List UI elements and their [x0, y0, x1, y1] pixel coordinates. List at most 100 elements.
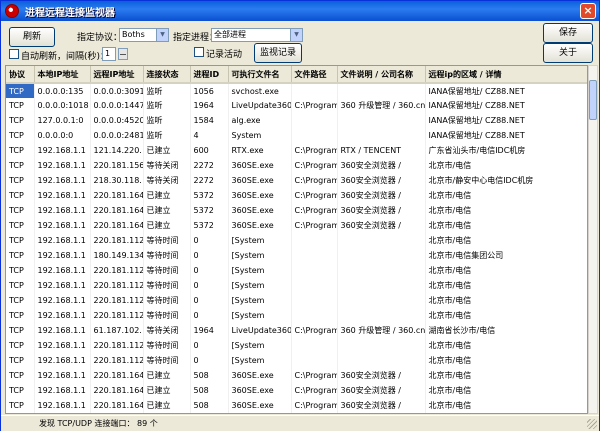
- table-cell: 0.0.0.0:0: [34, 128, 91, 143]
- table-cell: 北京市/电信: [425, 278, 587, 293]
- column-header[interactable]: 远程IP地址: [90, 66, 144, 84]
- table-row[interactable]: TCP 192.168.1.1 220.181.164 已建立 5372 360SE.ex…: [6, 188, 587, 203]
- table-row[interactable]: TCP 192.168.1.1 180.149.134 等待时间 0 [System 北京市…: [6, 248, 587, 263]
- refresh-button[interactable]: 刷新: [9, 27, 55, 47]
- table-cell: 北京市/电信: [425, 368, 587, 383]
- table-row[interactable]: TCP 0.0.0.0:135 0.0.0.0:3091 监听 1056 svchost.…: [6, 83, 587, 98]
- table-cell: [337, 308, 426, 323]
- table-row[interactable]: TCP 192.168.1.1 121.14.220. 已建立 600 RTX.exe C:…: [6, 143, 587, 158]
- table-cell: 北京市/电信: [425, 293, 587, 308]
- table-cell: 1584: [190, 113, 229, 128]
- auto-refresh-checkbox[interactable]: [9, 49, 19, 59]
- table-cell: C:\Program: [291, 173, 338, 188]
- table-row[interactable]: TCP 0.0.0.0:0 0.0.0.0:2481 监听 4 System IANA保留地…: [6, 128, 587, 143]
- status-text: 发现 TCP/UDP 连接端口： 89 个: [39, 419, 158, 428]
- column-header[interactable]: 进程ID: [190, 66, 229, 84]
- table-row[interactable]: TCP 192.168.1.1 220.181.164 已建立 508 360SE.exe…: [6, 383, 587, 398]
- table-cell: IANA保留地址/ CZ88.NET: [425, 128, 587, 143]
- chevron-down-icon: ▼: [156, 29, 168, 41]
- table-row[interactable]: TCP 192.168.1.1 220.181.112 等待时间 0 [System 北京市…: [6, 338, 587, 353]
- table-cell: 北京市/电信集团公司: [425, 248, 587, 263]
- table-cell: 220.181.112: [90, 308, 144, 323]
- table-row[interactable]: TCP 192.168.1.1 220.181.112 等待时间 0 [System 北京市…: [6, 233, 587, 248]
- table-row[interactable]: TCP 192.168.1.1 220.181.164 已建立 508 360SE.exe…: [6, 368, 587, 383]
- vertical-scrollbar[interactable]: [588, 65, 598, 414]
- table-cell: 北京市/电信: [425, 233, 587, 248]
- table-cell: 192.168.1.1: [34, 233, 91, 248]
- table-cell: [System: [228, 263, 292, 278]
- status-bar: 发现 TCP/UDP 连接端口： 89 个: [1, 415, 599, 431]
- column-header[interactable]: 本地IP地址: [34, 66, 91, 84]
- column-header[interactable]: 文件路径: [291, 66, 338, 84]
- table-cell: 360 升级管理 / 360.cn: [337, 323, 426, 338]
- table-cell: 61.187.102.: [90, 323, 144, 338]
- table-cell: TCP: [6, 233, 35, 248]
- table-cell: 0.0.0.0:1018: [34, 98, 91, 113]
- table-row[interactable]: TCP 192.168.1.1 220.181.112 等待时间 0 [System 北京市…: [6, 293, 587, 308]
- table-row[interactable]: TCP 192.168.1.1 220.181.112 等待时间 0 [System 北京市…: [6, 353, 587, 368]
- table-row[interactable]: TCP 192.168.1.1 220.181.164 已建立 5372 360SE.ex…: [6, 218, 587, 233]
- interval-input[interactable]: 1: [102, 47, 116, 61]
- table-cell: 508: [190, 398, 229, 413]
- table-row[interactable]: TCP 192.168.1.1 220.181.164 已建立 5372 360SE.ex…: [6, 203, 587, 218]
- table-row[interactable]: TCP 192.168.1.1 220.181.112 等待时间 0 [System 北京市…: [6, 263, 587, 278]
- title-bar[interactable]: 进程远程连接监视器 ×: [1, 1, 599, 21]
- resize-grip-icon[interactable]: [587, 419, 597, 429]
- table-cell: 0.0.0.0:135: [34, 83, 91, 98]
- table-row[interactable]: TCP 127.0.0.1:0 0.0.0.0:4520 监听 1584 alg.exe I…: [6, 113, 587, 128]
- table-cell: 192.168.1.1: [34, 218, 91, 233]
- table-row[interactable]: TCP 192.168.1.1 220.181.112 等待时间 0 [System 北京市…: [6, 308, 587, 323]
- table-cell: 220.181.112: [90, 233, 144, 248]
- table-cell: TCP: [6, 398, 35, 413]
- column-header[interactable]: 文件说明 / 公司名称: [337, 66, 426, 84]
- column-header[interactable]: 远程ip的区域 / 详情: [425, 66, 587, 84]
- log-activity-checkbox[interactable]: [194, 47, 204, 57]
- table-cell: 192.168.1.1: [34, 308, 91, 323]
- scrollbar-thumb[interactable]: [589, 80, 597, 120]
- about-button[interactable]: 关于: [543, 43, 593, 63]
- table-cell: [291, 338, 338, 353]
- column-header[interactable]: 可执行文件名: [228, 66, 292, 84]
- table-cell: TCP: [6, 203, 35, 218]
- table-cell: 等待时间: [143, 308, 191, 323]
- table-cell: 180.149.134: [90, 248, 144, 263]
- table-row[interactable]: TCP 192.168.1.1 218.30.118. 等待关闭 2272 360SE.e…: [6, 173, 587, 188]
- table-cell: 0.0.0.0:3091: [90, 83, 144, 98]
- table-cell: TCP: [6, 263, 35, 278]
- table-cell: 已建立: [143, 143, 191, 158]
- table-row[interactable]: TCP 0.0.0.0:1018 0.0.0.0:1447 监听 1964 LiveUpd…: [6, 98, 587, 113]
- table-cell: LiveUpdate360.: [228, 323, 292, 338]
- close-button[interactable]: ×: [580, 3, 596, 19]
- chevron-down-icon: ▼: [290, 29, 302, 41]
- table-cell: RTX / TENCENT: [337, 143, 426, 158]
- table-cell: 1964: [190, 98, 229, 113]
- interval-stepper[interactable]: [118, 48, 128, 60]
- table-cell: 0: [190, 293, 229, 308]
- column-header[interactable]: 协议: [6, 66, 35, 84]
- table-cell: C:\Program: [291, 158, 338, 173]
- table-cell: 1964: [190, 323, 229, 338]
- table-cell: 360安全浏览器 /: [337, 173, 426, 188]
- save-button[interactable]: 保存: [543, 23, 593, 43]
- table-cell: C:\Program: [291, 383, 338, 398]
- table-cell: 监听: [143, 113, 191, 128]
- column-header[interactable]: 连接状态: [143, 66, 191, 84]
- table-row[interactable]: TCP 192.168.1.1 61.187.102. 等待关闭 1964 LiveUpd…: [6, 323, 587, 338]
- table-cell: 360 升级管理 / 360.cn: [337, 98, 426, 113]
- table-cell: C:\Program: [291, 143, 338, 158]
- table-cell: 0: [190, 308, 229, 323]
- table-row[interactable]: TCP 192.168.1.1 220.181.156 等待关闭 2272 360SE.e…: [6, 158, 587, 173]
- table-cell: 220.181.112: [90, 353, 144, 368]
- protocol-select[interactable]: Boths ▼: [119, 28, 169, 42]
- table-row[interactable]: TCP 192.168.1.1 220.181.112 等待时间 0 [System 北京市…: [6, 278, 587, 293]
- table-cell: C:\Program: [291, 218, 338, 233]
- table-cell: 192.168.1.1: [34, 398, 91, 413]
- view-log-button[interactable]: 监视记录: [254, 43, 302, 63]
- table-row[interactable]: TCP 192.168.1.1 220.181.164 已建立 508 360SE.exe…: [6, 398, 587, 413]
- process-select[interactable]: 全部进程 ▼: [211, 28, 303, 42]
- table-cell: 360安全浏览器 /: [337, 218, 426, 233]
- table-cell: 192.168.1.1: [34, 263, 91, 278]
- table-cell: TCP: [6, 113, 35, 128]
- table-cell: [291, 128, 338, 143]
- table-cell: 等待时间: [143, 278, 191, 293]
